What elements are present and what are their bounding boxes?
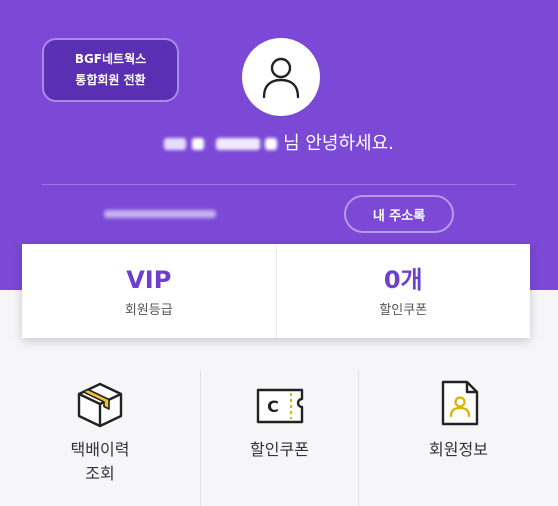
avatar[interactable] xyxy=(242,38,320,116)
coupon-count[interactable]: 0개 할인쿠폰 xyxy=(275,244,531,338)
user-icon xyxy=(262,57,300,99)
integrated-member-convert-button[interactable]: BGF네트웍스 통합회원 전환 xyxy=(42,38,179,102)
convert-button-line1: BGF네트웍스 xyxy=(74,52,147,66)
quick-menu: 택배이력 조회 C 할인쿠폰 회원정보 xyxy=(0,370,558,506)
package-icon xyxy=(77,382,123,428)
blurred-user-name xyxy=(164,138,187,150)
member-card-icon xyxy=(441,380,478,426)
address-book-button[interactable]: 내 주소록 xyxy=(344,195,454,233)
menu-discount-coupon-label: 할인쿠폰 xyxy=(250,440,309,459)
member-grade-value: VIP xyxy=(126,265,172,294)
coupon-icon: C xyxy=(256,388,303,424)
menu-discount-coupon[interactable]: C 할인쿠폰 xyxy=(200,370,359,506)
coupon-count-value: 0개 xyxy=(383,265,423,294)
member-grade-label: 회원등급 xyxy=(124,302,173,318)
menu-member-info-label: 회원정보 xyxy=(429,440,488,459)
coupon-count-label: 할인쿠폰 xyxy=(379,302,428,318)
menu-delivery-history[interactable]: 택배이력 조회 xyxy=(0,370,200,506)
header-divider xyxy=(42,184,516,185)
greeting: 님 안녕하세요. xyxy=(0,130,558,158)
menu-member-info[interactable]: 회원정보 xyxy=(359,370,558,506)
member-stats-card: VIP 회원등급 0개 할인쿠폰 xyxy=(22,244,530,338)
convert-button-line2: 통합회원 전환 xyxy=(75,73,146,87)
greeting-text: 님 안녕하세요. xyxy=(283,133,394,154)
member-grade[interactable]: VIP 회원등급 xyxy=(22,244,276,338)
menu-delivery-history-label: 택배이력 조회 xyxy=(70,440,130,483)
blurred-user-info xyxy=(104,210,216,218)
svg-text:C: C xyxy=(267,397,279,416)
